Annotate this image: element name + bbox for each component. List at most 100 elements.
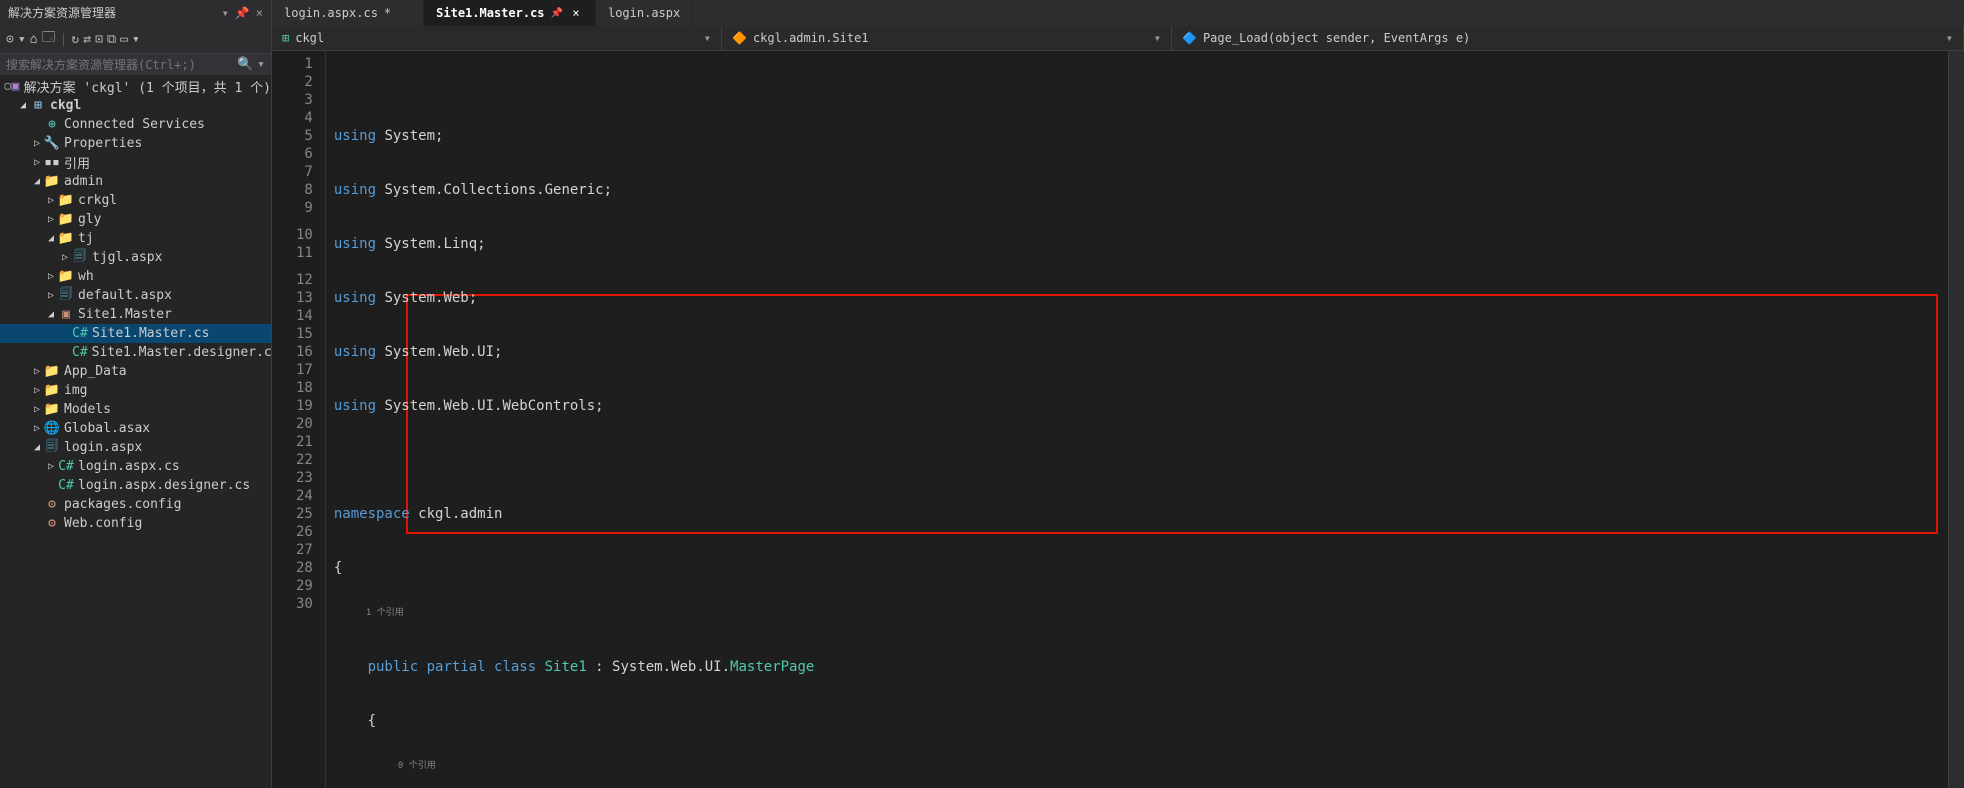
tab-login-cs[interactable]: login.aspx.cs*	[272, 0, 424, 26]
tree-models[interactable]: ▷📁Models	[0, 400, 271, 419]
tree-crkgl[interactable]: ▷📁crkgl	[0, 191, 271, 210]
cs-icon: C#	[72, 326, 88, 342]
chevron-right-icon[interactable]: ▷	[44, 214, 58, 225]
tab-login-aspx[interactable]: login.aspx	[596, 0, 693, 26]
code-editor[interactable]: 1234567891011121314151617181920212223242…	[272, 51, 1964, 788]
chevron-down-icon[interactable]: ▾	[704, 31, 711, 45]
pin-icon[interactable]: 📌	[551, 8, 563, 19]
tree-logincs[interactable]: ▷C# login.aspx.cs	[0, 457, 271, 476]
nav-method[interactable]: 🔷Page_Load(object sender, EventArgs e)▾	[1172, 26, 1964, 50]
chevron-right-icon[interactable]: ▷	[30, 138, 44, 149]
tree-login[interactable]: ◢🗐login.aspx	[0, 438, 271, 457]
back-icon[interactable]: ⊙	[6, 32, 14, 47]
collapse-icon[interactable]: ⊡	[95, 32, 103, 47]
copy-icon[interactable]: ⧉	[107, 32, 116, 47]
tree-webconfig[interactable]: ⚙ Web.config	[0, 514, 271, 533]
solution-tree[interactable]: ▢▣解决方案 'ckgl' (1 个项目，共 1 个) ◢⊞ckgl ⊕Conn…	[0, 75, 271, 788]
editor-tabs: login.aspx.cs* Site1.Master.cs📌× login.a…	[272, 0, 1964, 26]
chevron-right-icon[interactable]: ▷	[30, 157, 44, 168]
label: Page_Load(object sender, EventArgs e)	[1203, 31, 1470, 45]
tree-logindes[interactable]: C#login.aspx.designer.cs	[0, 476, 271, 495]
t: : System.Web.UI.	[587, 659, 730, 675]
search-box[interactable]: 🔍 ▾	[0, 54, 271, 75]
more-icon[interactable]: ▾	[132, 32, 140, 47]
config-icon: ⚙	[44, 497, 60, 513]
label: Site1.Master.cs	[92, 326, 209, 341]
tree-admin[interactable]: ◢📁admin	[0, 172, 271, 191]
tree-gly[interactable]: ▷📁gly	[0, 210, 271, 229]
tree-default[interactable]: ▷🗐default.aspx	[0, 286, 271, 305]
home-icon[interactable]: ⌂	[30, 32, 38, 47]
chevron-right-icon[interactable]: ▷	[44, 271, 58, 282]
tree-tjgl[interactable]: ▷🗐tjgl.aspx	[0, 248, 271, 267]
aspx-icon: 🗐	[72, 250, 88, 266]
chevron-right-icon[interactable]: ▷	[30, 423, 44, 434]
close-icon[interactable]: ×	[256, 6, 263, 20]
tree-img[interactable]: ▷📁img	[0, 381, 271, 400]
sln-icon[interactable]: 🗔	[41, 28, 55, 50]
label: login.aspx.cs	[78, 459, 180, 474]
chevron-down-icon[interactable]: ◢	[44, 309, 58, 320]
label: App_Data	[64, 364, 127, 379]
references-icon: ▪▪	[44, 155, 60, 171]
cs-icon: C#	[58, 459, 74, 475]
tree-appdata[interactable]: ▷📁App_Data	[0, 362, 271, 381]
refresh-icon[interactable]: ↻	[71, 32, 79, 47]
chevron-right-icon[interactable]: ▷	[30, 385, 44, 396]
tree-project[interactable]: ◢⊞ckgl	[0, 96, 271, 115]
sync-icon[interactable]: ⇄	[83, 32, 91, 47]
nav-class[interactable]: 🔶ckgl.admin.Site1▾	[722, 26, 1172, 50]
tree-packages[interactable]: ⚙packages.config	[0, 495, 271, 514]
tree-site1master[interactable]: ◢▣Site1.Master	[0, 305, 271, 324]
chevron-right-icon[interactable]: ▷	[58, 252, 72, 263]
folder-icon: 📁	[58, 269, 74, 285]
t: System.Linq;	[376, 236, 486, 252]
chevron-right-icon[interactable]: ▷	[44, 290, 58, 301]
code-content[interactable]: using System; using System.Collections.G…	[326, 51, 1948, 788]
modified-indicator: *	[384, 6, 391, 20]
chevron-right-icon[interactable]: ▷	[44, 461, 58, 472]
nav-project[interactable]: ⊞ckgl▾	[272, 26, 722, 50]
t: class	[486, 659, 537, 675]
pin-icon[interactable]: 📌	[235, 6, 250, 20]
label: 引用	[64, 153, 90, 172]
chevron-right-icon[interactable]: ▷	[30, 366, 44, 377]
tree-tj[interactable]: ◢📁tj	[0, 229, 271, 248]
config-icon: ⚙	[44, 516, 60, 532]
chevron-right-icon[interactable]: ▷	[44, 195, 58, 206]
label: default.aspx	[78, 288, 172, 303]
search-input[interactable]	[6, 58, 237, 72]
chevron-down-icon[interactable]: ◢	[30, 442, 44, 453]
tree-solution[interactable]: ▢▣解决方案 'ckgl' (1 个项目，共 1 个)	[0, 77, 271, 96]
tree-wh[interactable]: ▷📁wh	[0, 267, 271, 286]
search-icon[interactable]: 🔍	[237, 57, 253, 72]
chevron-down-icon[interactable]: ▾	[1154, 31, 1161, 45]
solution-explorer-panel: 解决方案资源管理器 ▾ 📌 × ⊙ ▾ ⌂ 🗔 | ↻ ⇄ ⊡ ⧉ ▭ ▾ 🔍 …	[0, 0, 272, 788]
dropdown-icon[interactable]: ▾	[222, 6, 229, 20]
tree-connected[interactable]: ⊕Connected Services	[0, 115, 271, 134]
tree-refs[interactable]: ▷▪▪引用	[0, 153, 271, 172]
tree-site1masterdes[interactable]: C#Site1.Master.designer.cs	[0, 343, 271, 362]
chevron-down-icon[interactable]: ◢	[16, 100, 30, 111]
t: namespace	[334, 506, 410, 522]
t: using	[334, 182, 376, 198]
close-icon[interactable]: ×	[569, 6, 583, 20]
codelens[interactable]: 0 个引用	[398, 757, 436, 775]
chevron-down-icon[interactable]: ◢	[30, 176, 44, 187]
chevron-down-icon[interactable]: ◢	[44, 233, 58, 244]
tree-global[interactable]: ▷🌐Global.asax	[0, 419, 271, 438]
codelens[interactable]: 1 个引用	[366, 604, 404, 622]
tree-props[interactable]: ▷🔧Properties	[0, 134, 271, 153]
chevron-down-icon[interactable]: ▾	[1946, 31, 1953, 45]
scroll-minimap[interactable]	[1948, 51, 1964, 788]
tree-site1mastercs[interactable]: C# Site1.Master.cs	[0, 324, 271, 343]
editor-column: login.aspx.cs* Site1.Master.cs📌× login.a…	[272, 0, 1964, 788]
label: Web.config	[64, 516, 142, 531]
show-icon[interactable]: ▭	[120, 32, 128, 47]
tab-site1-master-cs[interactable]: Site1.Master.cs📌×	[424, 0, 596, 26]
search-drop-icon[interactable]: ▾	[257, 57, 265, 72]
folder-icon: 📁	[44, 402, 60, 418]
chevron-down-icon[interactable]: ▢	[4, 81, 11, 92]
panel-title: 解决方案资源管理器	[8, 4, 116, 21]
chevron-right-icon[interactable]: ▷	[30, 404, 44, 415]
